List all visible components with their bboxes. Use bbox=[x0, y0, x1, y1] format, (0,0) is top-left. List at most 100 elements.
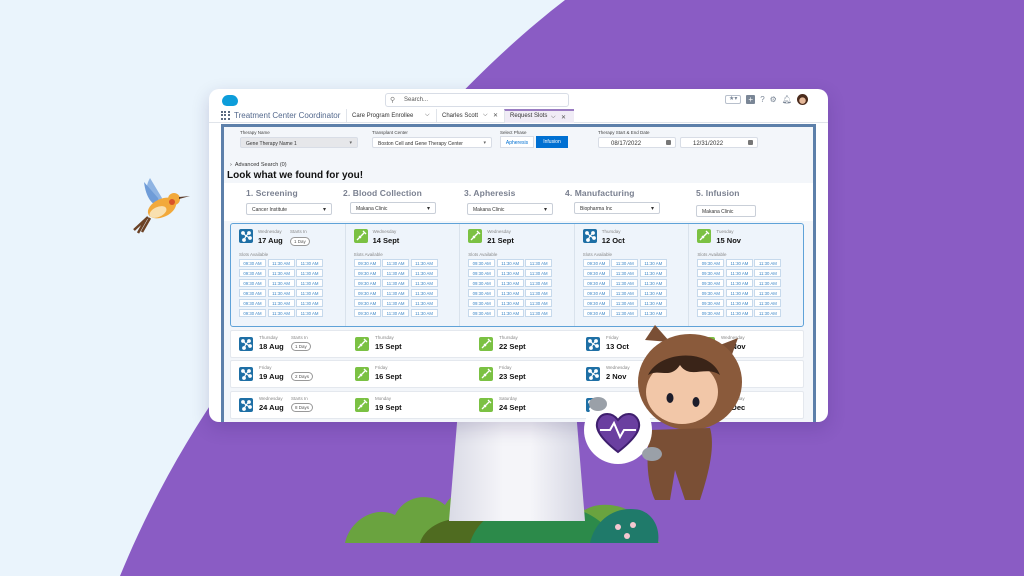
global-actions-icon[interactable]: + bbox=[746, 95, 756, 104]
time-slot-button[interactable]: 11:30 AM bbox=[639, 309, 667, 317]
tab-request-slots[interactable]: Request Slots ⌵ ✕ bbox=[504, 109, 574, 123]
time-slot-button[interactable]: 11:30 AM bbox=[496, 279, 524, 287]
time-slot-button[interactable]: 11:30 AM bbox=[725, 289, 753, 297]
step-site-select[interactable]: Cancer Institute ▾ bbox=[246, 203, 332, 215]
time-slot-button[interactable]: 11:30 AM bbox=[611, 279, 639, 287]
gear-icon[interactable]: ⚙ bbox=[770, 95, 777, 105]
time-slot-button[interactable]: 11:30 AM bbox=[611, 259, 639, 267]
time-slot-button[interactable]: 09:30 AM bbox=[468, 269, 496, 277]
time-slot-button[interactable]: 09:30 AM bbox=[239, 289, 266, 297]
time-slot-button[interactable]: 11:30 AM bbox=[382, 289, 410, 297]
time-slot-button[interactable]: 11:30 AM bbox=[296, 309, 323, 317]
time-slot-button[interactable]: 11:30 AM bbox=[525, 269, 553, 277]
time-slot-button[interactable]: 11:30 AM bbox=[611, 309, 639, 317]
time-slot-button[interactable]: 09:30 AM bbox=[353, 289, 381, 297]
time-slot-button[interactable]: 11:30 AM bbox=[296, 299, 323, 307]
time-slot-button[interactable]: 09:30 AM bbox=[697, 289, 725, 297]
time-slot-button[interactable]: 09:30 AM bbox=[582, 289, 610, 297]
time-slot-button[interactable]: 09:30 AM bbox=[468, 259, 496, 267]
step-site-select[interactable]: Makana Clinic ▾ bbox=[467, 203, 553, 215]
time-slot-button[interactable]: 11:30 AM bbox=[410, 299, 438, 307]
time-slot-button[interactable]: 11:30 AM bbox=[639, 289, 667, 297]
therapy-name-select[interactable]: Gene Therapy Name 1 ▾ bbox=[240, 137, 358, 148]
time-slot-button[interactable]: 09:30 AM bbox=[353, 279, 381, 287]
calendar-icon[interactable] bbox=[666, 140, 671, 145]
time-slot-button[interactable]: 11:30 AM bbox=[496, 259, 524, 267]
time-slot-button[interactable]: 11:30 AM bbox=[525, 289, 553, 297]
time-slot-button[interactable]: 11:30 AM bbox=[754, 259, 782, 267]
time-slot-button[interactable]: 11:30 AM bbox=[296, 289, 323, 297]
time-slot-button[interactable]: 09:30 AM bbox=[239, 279, 266, 287]
time-slot-button[interactable]: 11:30 AM bbox=[410, 269, 438, 277]
time-slot-button[interactable]: 11:30 AM bbox=[725, 259, 753, 267]
chevron-down-icon[interactable]: ⌵ bbox=[551, 114, 556, 121]
time-slot-button[interactable]: 09:30 AM bbox=[468, 279, 496, 287]
time-slot-button[interactable]: 09:30 AM bbox=[468, 299, 496, 307]
time-slot-button[interactable]: 11:30 AM bbox=[754, 299, 782, 307]
step-site-input[interactable]: Makana Clinic bbox=[696, 205, 756, 217]
time-slot-button[interactable]: 11:30 AM bbox=[496, 269, 524, 277]
time-slot-button[interactable]: 11:30 AM bbox=[754, 309, 782, 317]
time-slot-button[interactable]: 11:30 AM bbox=[382, 299, 410, 307]
time-slot-button[interactable]: 09:30 AM bbox=[468, 309, 496, 317]
time-slot-button[interactable]: 11:30 AM bbox=[410, 259, 438, 267]
time-slot-button[interactable]: 11:30 AM bbox=[496, 309, 524, 317]
time-slot-button[interactable]: 11:30 AM bbox=[267, 259, 295, 267]
tab-care-program-enrollee[interactable]: Care Program Enrollee ⌵ bbox=[346, 109, 436, 123]
time-slot-button[interactable]: 11:30 AM bbox=[382, 269, 410, 277]
time-slot-button[interactable]: 11:30 AM bbox=[496, 299, 524, 307]
time-slot-button[interactable]: 11:30 AM bbox=[754, 289, 782, 297]
phase-infusion-button[interactable]: Infusion bbox=[536, 136, 568, 148]
time-slot-button[interactable]: 11:30 AM bbox=[725, 279, 753, 287]
avatar[interactable] bbox=[797, 94, 808, 105]
chevron-down-icon[interactable]: ⌵ bbox=[425, 112, 430, 119]
time-slot-button[interactable]: 11:30 AM bbox=[754, 279, 782, 287]
time-slot-button[interactable]: 09:30 AM bbox=[353, 309, 381, 317]
tab-charles-scott[interactable]: Charles Scott ⌵ ✕ bbox=[436, 109, 504, 123]
time-slot-button[interactable]: 09:30 AM bbox=[239, 309, 266, 317]
transplant-center-select[interactable]: Boston Cell and Gene Therapy Center ▾ bbox=[372, 137, 492, 148]
time-slot-button[interactable]: 11:30 AM bbox=[382, 259, 410, 267]
time-slot-button[interactable]: 11:30 AM bbox=[725, 309, 753, 317]
time-slot-button[interactable]: 11:30 AM bbox=[296, 259, 323, 267]
favorites-button[interactable]: ★▾ bbox=[725, 95, 742, 104]
calendar-icon[interactable] bbox=[748, 140, 753, 145]
time-slot-button[interactable]: 09:30 AM bbox=[239, 299, 266, 307]
time-slot-button[interactable]: 11:30 AM bbox=[611, 289, 639, 297]
time-slot-button[interactable]: 09:30 AM bbox=[697, 299, 725, 307]
close-icon[interactable]: ✕ bbox=[561, 114, 566, 121]
time-slot-button[interactable]: 11:30 AM bbox=[410, 309, 438, 317]
time-slot-button[interactable]: 11:30 AM bbox=[639, 299, 667, 307]
time-slot-button[interactable]: 11:30 AM bbox=[611, 269, 639, 277]
time-slot-button[interactable]: 11:30 AM bbox=[267, 299, 295, 307]
phase-apheresis-button[interactable]: Apheresis bbox=[500, 136, 534, 148]
time-slot-button[interactable]: 09:30 AM bbox=[582, 269, 610, 277]
time-slot-button[interactable]: 09:30 AM bbox=[697, 309, 725, 317]
time-slot-button[interactable]: 09:30 AM bbox=[239, 259, 266, 267]
time-slot-button[interactable]: 11:30 AM bbox=[296, 269, 323, 277]
time-slot-button[interactable]: 09:30 AM bbox=[582, 309, 610, 317]
time-slot-button[interactable]: 09:30 AM bbox=[697, 279, 725, 287]
time-slot-button[interactable]: 11:30 AM bbox=[725, 269, 753, 277]
time-slot-button[interactable]: 11:30 AM bbox=[382, 279, 410, 287]
time-slot-button[interactable]: 09:30 AM bbox=[239, 269, 266, 277]
time-slot-button[interactable]: 11:30 AM bbox=[611, 299, 639, 307]
time-slot-button[interactable]: 11:30 AM bbox=[496, 289, 524, 297]
selected-schedule-card[interactable]: Wednesday 17 Aug Starts In 1 Day Slots Ava… bbox=[230, 223, 804, 327]
time-slot-button[interactable]: 11:30 AM bbox=[267, 289, 295, 297]
end-date-input[interactable]: 12/31/2022 bbox=[680, 137, 758, 148]
time-slot-button[interactable]: 09:30 AM bbox=[353, 259, 381, 267]
step-site-select[interactable]: Biopharma Inc ▾ bbox=[574, 202, 660, 214]
bell-icon[interactable]: 🔔︎ bbox=[782, 95, 792, 105]
time-slot-button[interactable]: 11:30 AM bbox=[410, 279, 438, 287]
time-slot-button[interactable]: 11:30 AM bbox=[267, 279, 295, 287]
time-slot-button[interactable]: 09:30 AM bbox=[353, 299, 381, 307]
time-slot-button[interactable]: 11:30 AM bbox=[267, 309, 295, 317]
time-slot-button[interactable]: 11:30 AM bbox=[639, 279, 667, 287]
time-slot-button[interactable]: 09:30 AM bbox=[697, 259, 725, 267]
time-slot-button[interactable]: 09:30 AM bbox=[582, 279, 610, 287]
time-slot-button[interactable]: 09:30 AM bbox=[353, 269, 381, 277]
time-slot-button[interactable]: 09:30 AM bbox=[468, 289, 496, 297]
time-slot-button[interactable]: 11:30 AM bbox=[525, 279, 553, 287]
global-search-input[interactable]: ⚲ Search... bbox=[385, 93, 569, 107]
